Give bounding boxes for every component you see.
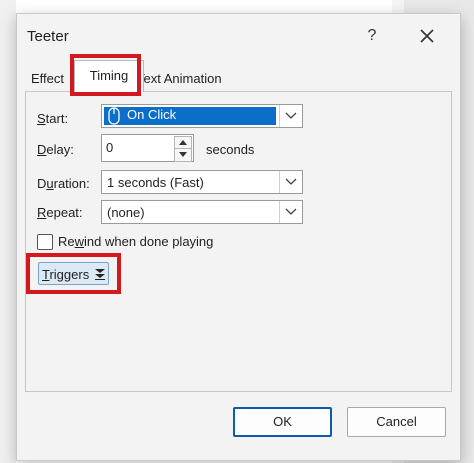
triangle-down-icon — [179, 152, 187, 157]
mouse-icon — [108, 107, 120, 125]
start-dropdown-arrow[interactable] — [279, 105, 302, 127]
start-label: Start: — [37, 111, 69, 126]
dialog-title: Teeter — [27, 28, 69, 45]
tab-text-animation[interactable]: Text Animation — [137, 66, 222, 92]
double-chevron-down-icon — [95, 269, 105, 280]
cancel-button[interactable]: Cancel — [347, 407, 446, 437]
duration-label: Duration: — [37, 176, 90, 191]
delay-label: Delay: — [37, 142, 74, 157]
repeat-label: Repeat: — [37, 205, 83, 220]
tab-strip: Effect Timing Text Animation — [17, 60, 460, 92]
duration-dropdown-arrow[interactable] — [279, 171, 302, 193]
delay-spinner[interactable]: 0 — [101, 134, 194, 162]
duration-value: 1 seconds (Fast) — [107, 175, 204, 190]
title-bar: Teeter ? — [17, 14, 460, 56]
chevron-down-icon — [285, 112, 297, 119]
repeat-value: (none) — [107, 205, 145, 220]
tab-effect[interactable]: Effect — [31, 66, 64, 92]
triggers-button[interactable]: Triggers — [38, 262, 109, 285]
chevron-down-icon — [285, 208, 297, 215]
delay-decrement-button[interactable] — [174, 148, 192, 162]
close-button[interactable] — [415, 24, 439, 48]
rewind-label: Rewind when done playing — [58, 234, 214, 249]
help-button[interactable]: ? — [362, 26, 382, 46]
rewind-checkbox[interactable] — [37, 234, 53, 250]
ok-button[interactable]: OK — [233, 407, 332, 437]
duration-dropdown[interactable]: 1 seconds (Fast) — [101, 170, 303, 194]
tab-timing[interactable]: Timing — [74, 60, 144, 92]
delay-value: 0 — [106, 140, 114, 155]
animation-options-dialog: Teeter ? Effect Timing Text Animation St… — [16, 13, 461, 461]
repeat-dropdown-arrow[interactable] — [279, 201, 302, 223]
triggers-label: Triggers — [42, 267, 90, 282]
background-left — [0, 0, 16, 463]
start-value: On Click — [127, 107, 177, 122]
repeat-dropdown[interactable]: (none) — [101, 200, 303, 224]
close-icon — [420, 29, 434, 43]
start-dropdown[interactable]: On Click — [101, 104, 303, 128]
triangle-up-icon — [179, 140, 187, 145]
chevron-down-icon — [285, 178, 297, 185]
delay-unit: seconds — [206, 142, 255, 157]
